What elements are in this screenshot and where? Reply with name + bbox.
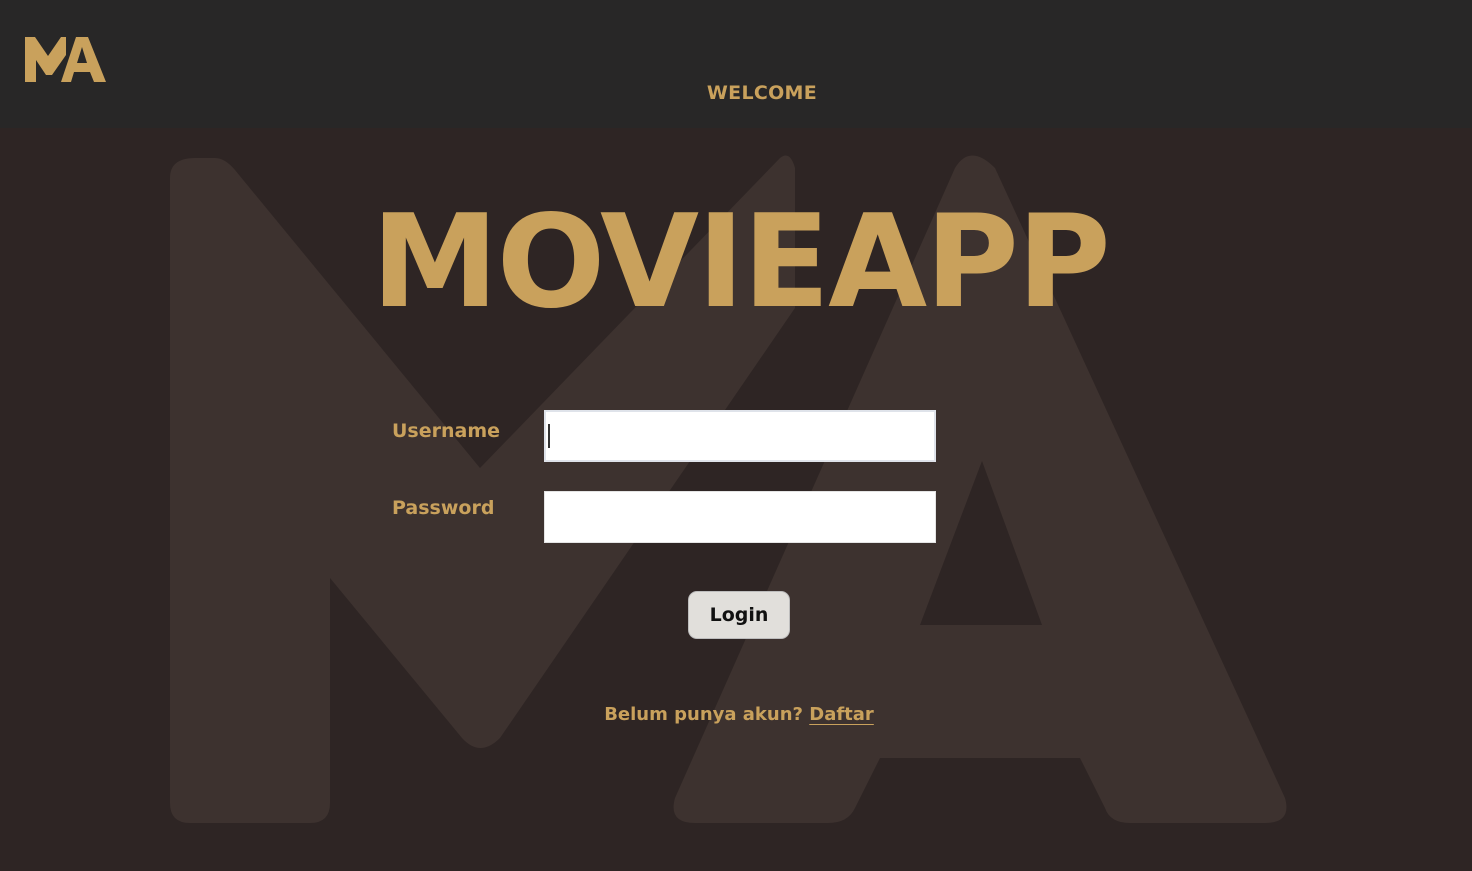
username-label: Username (392, 420, 501, 442)
login-page: WELCOME MOVIEAPP Username Password Login… (0, 0, 1472, 871)
nav-welcome-link[interactable]: WELCOME (0, 82, 1472, 104)
signup-link[interactable]: Daftar (809, 704, 874, 725)
signup-prompt-text: Belum punya akun? (604, 704, 803, 725)
login-main: MOVIEAPP Username Password Login Belum p… (0, 128, 1472, 871)
app-title: MOVIEAPP (371, 188, 1111, 337)
signup-prompt-row: Belum punya akun? Daftar (0, 704, 1472, 725)
password-input[interactable] (544, 491, 936, 543)
top-navbar: WELCOME (0, 0, 1472, 128)
password-label: Password (392, 497, 495, 519)
login-button[interactable]: Login (688, 591, 790, 639)
movieapp-logo[interactable] (22, 30, 110, 86)
username-input[interactable] (544, 410, 936, 462)
text-cursor (548, 424, 550, 448)
login-content: MOVIEAPP Username Password Login Belum p… (0, 128, 1472, 871)
